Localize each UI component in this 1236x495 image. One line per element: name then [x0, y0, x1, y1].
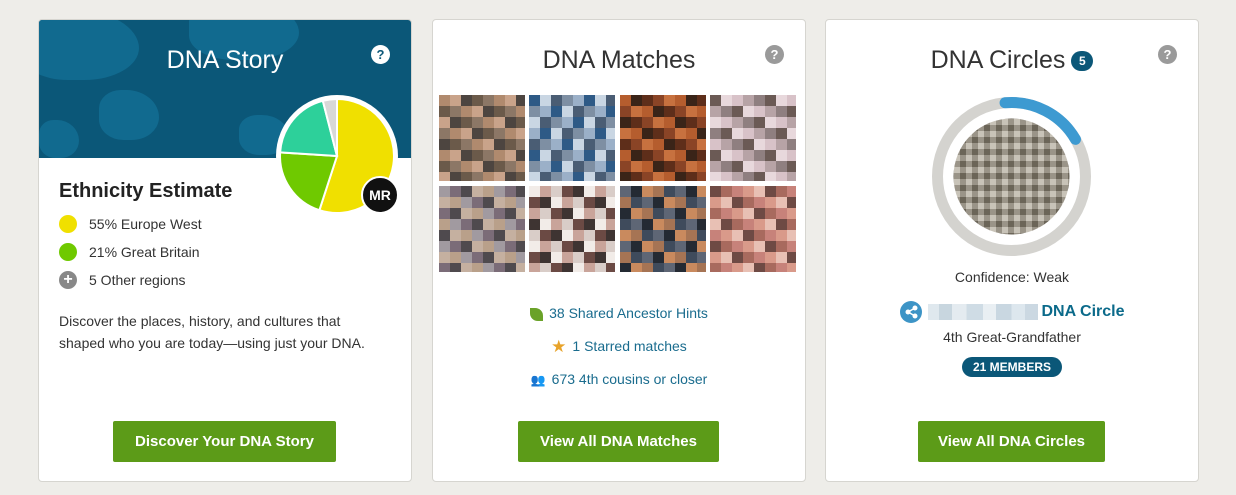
card-title: DNA Story — [166, 46, 284, 74]
dna-story-card: DNA Story ? MR Ethnicity Estimate 55% Eu… — [38, 19, 412, 482]
region-label: 21% Great Britain — [89, 244, 200, 260]
members-badge[interactable]: 21 MEMBERS — [962, 357, 1062, 377]
region-europe-west[interactable]: 55% Europe West — [59, 215, 202, 233]
match-photo[interactable] — [710, 186, 796, 272]
help-icon[interactable]: ? — [371, 45, 390, 64]
circles-count-badge: 5 — [1071, 51, 1094, 72]
region-label: 55% Europe West — [89, 216, 202, 232]
match-photo[interactable] — [620, 95, 706, 181]
plus-icon: + — [59, 271, 77, 289]
share-icon — [899, 301, 922, 323]
region-other[interactable]: + 5 Other regions — [59, 271, 186, 289]
card-title: DNA Matches — [542, 46, 696, 74]
relation-label: 4th Great-Grandfather — [943, 329, 1081, 345]
match-photo[interactable] — [529, 186, 615, 272]
match-photo[interactable] — [710, 95, 796, 181]
match-photo[interactable] — [439, 186, 525, 272]
match-photo[interactable] — [439, 95, 525, 181]
cousins-link[interactable]: 👥 673 4th cousins or closer — [433, 371, 805, 387]
shared-ancestor-hints-link[interactable]: 38 Shared Ancestor Hints — [433, 305, 805, 321]
avatar[interactable]: MR — [361, 176, 399, 214]
people-icon: 👥 — [530, 373, 546, 388]
dna-circle-link[interactable]: DNA Circle — [826, 301, 1198, 323]
color-dot-icon — [59, 243, 77, 261]
view-all-dna-circles-button[interactable]: View All DNA Circles — [918, 421, 1105, 462]
story-description: Discover the places, history, and cultur… — [59, 313, 365, 351]
leaf-icon — [530, 307, 544, 321]
match-photo[interactable] — [620, 186, 706, 272]
help-icon[interactable]: ? — [1158, 45, 1177, 64]
match-photo-grid — [439, 95, 799, 275]
star-icon: ★ — [551, 337, 567, 357]
help-icon[interactable]: ? — [765, 45, 784, 64]
match-photo[interactable] — [529, 95, 615, 181]
blurred-ancestor-name — [927, 304, 1038, 320]
stat-label: 673 4th cousins or closer — [551, 371, 708, 387]
view-all-dna-matches-button[interactable]: View All DNA Matches — [518, 421, 719, 462]
confidence-ring[interactable] — [930, 95, 1093, 258]
stat-label: 38 Shared Ancestor Hints — [549, 305, 708, 321]
ancestor-photo — [953, 118, 1070, 235]
starred-matches-link[interactable]: ★ 1 Starred matches — [433, 337, 805, 357]
discover-dna-story-button[interactable]: Discover Your DNA Story — [113, 421, 336, 462]
ethnicity-title: Ethnicity Estimate — [59, 180, 233, 202]
confidence-label: Confidence: Weak — [954, 269, 1070, 285]
card-title: DNA Circles 5 — [826, 46, 1198, 75]
stat-label: 1 Starred matches — [572, 338, 687, 354]
circle-name: DNA Circle — [1041, 303, 1125, 321]
color-dot-icon — [59, 215, 77, 233]
region-great-britain[interactable]: 21% Great Britain — [59, 243, 200, 261]
dna-matches-card: DNA Matches ? 38 Shared Ancestor Hints ★… — [432, 19, 806, 482]
region-label: 5 Other regions — [89, 272, 186, 288]
dna-circles-card: DNA Circles 5 ? Confidence: Weak DNA Circ… — [825, 19, 1199, 482]
circles-title: DNA Circles — [930, 46, 1066, 74]
